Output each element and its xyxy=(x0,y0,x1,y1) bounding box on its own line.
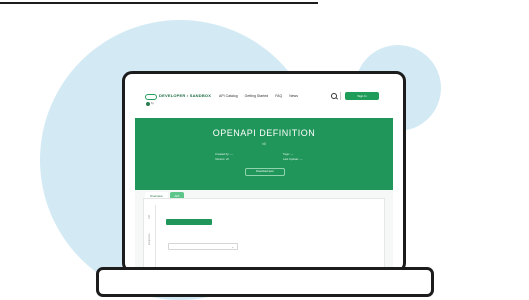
side-label-endpoints: Endpoints xyxy=(148,233,151,245)
logo-text[interactable]: DEVELOPER • SANDBOX xyxy=(159,93,211,98)
top-rule xyxy=(0,0,318,4)
browser-page: DEVELOPER • SANDBOX by API Catalog Getti… xyxy=(135,84,393,270)
logo-icon[interactable] xyxy=(145,94,157,100)
partner-logo-icon xyxy=(146,102,150,106)
download-spec-button[interactable]: Download spec xyxy=(245,168,285,176)
side-label-api: API xyxy=(148,214,151,219)
chevron-down-icon: ⌄ xyxy=(231,245,234,249)
nav-link-faq[interactable]: FAQ xyxy=(275,94,282,98)
side-divider xyxy=(155,205,156,269)
logo-subtext: by xyxy=(151,102,154,105)
laptop-screen: DEVELOPER • SANDBOX by API Catalog Getti… xyxy=(122,71,406,273)
endpoint-select[interactable]: ⌄ xyxy=(168,243,238,250)
api-banner: OPENAPI DEFINITION v0 Created by: — Vers… xyxy=(135,118,393,200)
search-icon[interactable] xyxy=(331,93,337,99)
laptop-base xyxy=(96,267,434,297)
nav-link-api-catalog[interactable]: API Catalog xyxy=(219,94,238,98)
sign-in-button[interactable]: Sign In xyxy=(345,92,379,100)
main-nav: API Catalog Getting Started FAQ News xyxy=(219,94,304,98)
nav-link-news[interactable]: News xyxy=(289,94,298,98)
meta-version: Version: v0 xyxy=(215,157,229,161)
meta-updated: Last Update: — xyxy=(283,157,303,161)
endpoint-button[interactable] xyxy=(166,219,212,225)
nav-divider xyxy=(340,92,341,100)
version-label: v0 xyxy=(262,142,266,146)
api-meta-left: Created by: — Version: v0 xyxy=(215,152,233,162)
nav-link-getting-started[interactable]: Getting Started xyxy=(245,94,269,98)
page-title: OPENAPI DEFINITION xyxy=(212,128,316,138)
api-meta-right: Tags: — Last Update: — xyxy=(283,152,302,162)
content-panel: API Endpoints ⌄ xyxy=(143,198,385,270)
site-header: DEVELOPER • SANDBOX by API Catalog Getti… xyxy=(135,84,393,118)
